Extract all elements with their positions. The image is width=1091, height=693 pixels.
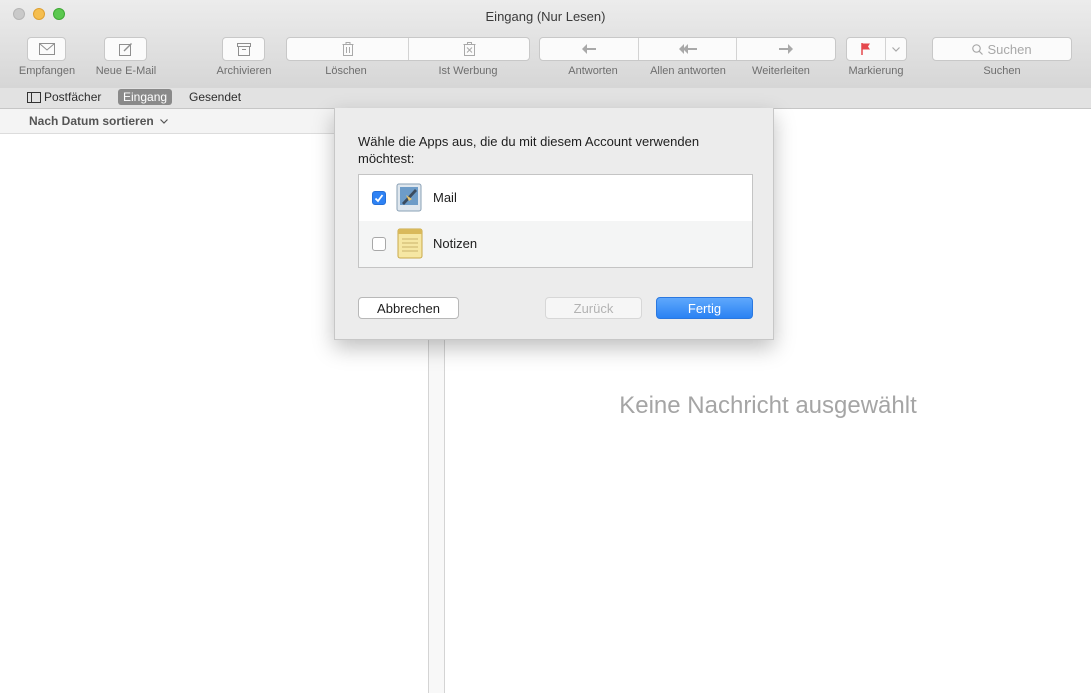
mail-app-icon <box>396 183 422 212</box>
favorite-inbox[interactable]: Eingang <box>118 89 173 105</box>
delete-junk-segment <box>286 37 530 61</box>
search-label: Suchen <box>983 65 1021 77</box>
search-placeholder: Suchen <box>987 41 1032 57</box>
forward-button[interactable] <box>737 38 835 60</box>
mailboxes-toggle[interactable]: Postfächer <box>27 89 101 105</box>
new-mail-label: Neue E-Mail <box>95 65 157 77</box>
search-icon <box>972 43 984 55</box>
app-row-notes: Notizen <box>359 221 752 267</box>
reply-segment <box>539 37 836 61</box>
app-list: Mail Notizen <box>358 174 753 268</box>
reply-all-arrow-icon <box>678 44 697 54</box>
archive-label: Archivieren <box>216 65 272 77</box>
back-button[interactable]: Zurück <box>545 297 642 319</box>
forward-arrow-icon <box>779 44 793 54</box>
chevron-down-icon <box>160 119 168 125</box>
get-mail-label: Empfangen <box>18 65 76 77</box>
flag-menu-button[interactable] <box>886 38 906 60</box>
toolbar: Eingang (Nur Lesen) Empfangen Neue E-Mai… <box>0 0 1091 89</box>
envelope-icon <box>38 43 55 55</box>
done-button[interactable]: Fertig <box>656 297 753 319</box>
search-field[interactable]: Suchen <box>932 37 1072 61</box>
flag-label: Markierung <box>848 65 904 77</box>
archive-button[interactable] <box>222 37 265 61</box>
no-message-selected: Keine Nachricht ausgewählt <box>619 392 917 419</box>
mail-app-name: Mail <box>433 190 457 205</box>
delete-label: Löschen <box>325 65 367 77</box>
notes-app-name: Notizen <box>433 236 478 251</box>
reply-button[interactable] <box>540 38 638 60</box>
chevron-down-icon <box>892 46 900 52</box>
checkmark-icon <box>374 194 384 203</box>
get-mail-button[interactable] <box>27 37 66 61</box>
reply-label: Antworten <box>568 65 618 77</box>
window-title: Eingang (Nur Lesen) <box>485 9 606 24</box>
junk-button[interactable] <box>409 38 529 60</box>
account-apps-sheet: Wähle die Apps aus, die du mit diesem Ac… <box>334 108 774 340</box>
junk-trash-icon <box>463 42 475 56</box>
sort-menu[interactable]: Nach Datum sortieren <box>29 114 168 128</box>
sort-label: Nach Datum sortieren <box>29 114 154 128</box>
compose-icon <box>118 43 132 56</box>
new-mail-button[interactable] <box>104 37 147 61</box>
reply-all-label: Allen antworten <box>650 65 726 77</box>
reply-all-button[interactable] <box>639 38 736 60</box>
archive-box-icon <box>236 42 251 56</box>
delete-button[interactable] <box>287 38 408 60</box>
sidebar-icon <box>27 91 41 103</box>
mail-window: Eingang (Nur Lesen) Empfangen Neue E-Mai… <box>0 0 1091 693</box>
trash-icon <box>342 42 353 56</box>
sheet-prompt: Wähle die Apps aus, die du mit diesem Ac… <box>358 134 700 166</box>
mail-checkbox[interactable] <box>372 191 386 205</box>
favorite-sent[interactable]: Gesendet <box>189 89 241 105</box>
cancel-button[interactable]: Abbrechen <box>358 297 459 319</box>
app-row-mail: Mail <box>359 175 752 221</box>
notes-app-icon <box>397 228 423 259</box>
reply-arrow-icon <box>582 44 596 54</box>
favorites-bar: Postfächer Eingang Gesendet <box>0 88 1091 109</box>
mailboxes-label: Postfächer <box>44 90 102 104</box>
flag-button[interactable] <box>847 38 885 60</box>
notes-checkbox[interactable] <box>372 237 386 251</box>
red-flag-icon <box>861 43 870 55</box>
flag-segment <box>846 37 907 61</box>
forward-label: Weiterleiten <box>752 65 810 77</box>
junk-label: Ist Werbung <box>438 65 498 77</box>
